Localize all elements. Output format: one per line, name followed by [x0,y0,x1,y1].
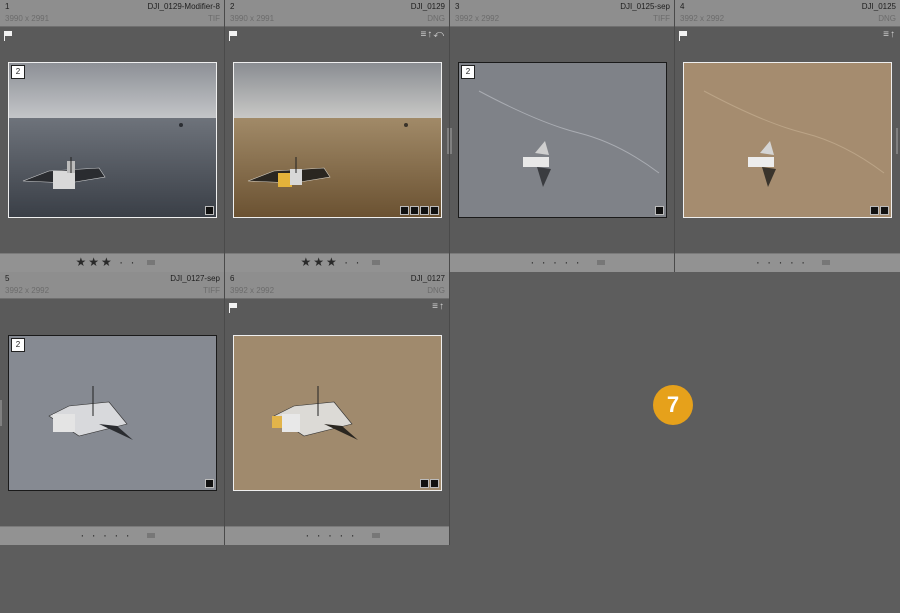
metadata-badge-icon[interactable]: ≡↑ [432,301,445,312]
comment-badge-icon[interactable] [420,479,429,488]
cell-index: 2 [230,2,235,11]
grid-cell-1[interactable]: 1 3990 x 2991 DJI_0129-Modifier-8 TIF 2 [0,0,225,272]
thumbnail[interactable] [683,62,892,218]
cell-filename: DJI_0129 [410,2,445,11]
scroll-handle[interactable] [896,128,898,154]
cell-header: 2 3990 x 2991 DJI_0129 DNG [225,0,449,27]
grid-cell-6[interactable]: 6 3992 x 2992 DJI_0127 DNG ≡↑ · · · · · [225,272,450,545]
develop-badge-icon[interactable] [430,479,439,488]
cell-footer: · · · · · [0,526,224,545]
color-label-swatch[interactable] [372,260,380,265]
cell-header: 3 3992 x 2992 DJI_0125-sep TIFF [450,0,674,27]
grid-cell-5[interactable]: 5 3992 x 2992 DJI_0127-sep TIFF 2 · · · … [0,272,225,545]
color-label-swatch[interactable] [597,260,605,265]
develop-badge-icon[interactable] [880,206,889,215]
cell-filename: DJI_0125 [861,2,896,11]
metadata-badge-icon[interactable]: ≡↑ [883,29,896,40]
cell-dimensions: 3990 x 2991 [230,14,275,23]
cell-footer: · · · · · [675,253,900,272]
stack-count-badge[interactable]: 2 [11,65,25,79]
comment-badge-icon[interactable] [205,479,214,488]
rating-stars[interactable]: · · · · · [225,528,437,542]
cell-filetype: TIFF [653,14,670,23]
cell-filename: DJI_0125-sep [620,2,670,11]
rating-stars[interactable]: · · · · · [0,528,212,542]
cell-dimensions: 3992 x 2992 [680,14,725,23]
flag-icon[interactable] [679,31,688,41]
comment-badge-icon[interactable] [400,206,409,215]
flag-icon[interactable] [229,303,238,313]
thumbnail-badges [420,479,439,488]
color-label-swatch[interactable] [147,533,155,538]
comment-badge-icon[interactable] [655,206,664,215]
flag-icon[interactable] [4,31,13,41]
cell-filename: DJI_0127-sep [170,274,220,283]
cell-filename: DJI_0127 [410,274,445,283]
cell-header: 1 3990 x 2991 DJI_0129-Modifier-8 TIF [0,0,224,27]
stack-count-badge[interactable]: 2 [461,65,475,79]
comment-badge-icon[interactable] [870,206,879,215]
thumbnail[interactable]: 2 [458,62,667,218]
stack-count-badge[interactable]: 2 [11,338,25,352]
color-label-swatch[interactable] [147,260,155,265]
thumbnail[interactable]: 2 [8,335,217,491]
thumbnail-badges [400,206,439,215]
cell-filetype: DNG [427,286,445,295]
cell-footer: · · · · · [450,253,674,272]
flag-icon[interactable] [229,31,238,41]
color-label-swatch[interactable] [372,533,380,538]
cell-filetype: TIFF [203,286,220,295]
crop-badge-icon[interactable] [420,206,429,215]
cell-index: 1 [5,2,10,11]
rating-stars[interactable]: · · · · · [675,255,888,269]
cell-footer: ★★★ · · [225,253,449,272]
comment-badge-icon[interactable] [205,206,214,215]
scroll-handle[interactable] [447,128,449,154]
grid-cell-4[interactable]: 4 3992 x 2992 DJI_0125 DNG ≡↑ · · · · · [675,0,900,272]
cell-dimensions: 3992 x 2992 [230,286,275,295]
cell-index: 5 [5,274,10,283]
thumbnail-badges [870,206,889,215]
cell-dimensions: 3992 x 2992 [5,286,50,295]
cell-index: 3 [455,2,460,11]
cell-filetype: TIF [208,14,220,23]
cell-filetype: DNG [427,14,445,23]
rating-stars[interactable]: · · · · · [450,255,662,269]
grid-cell-3[interactable]: 3 3992 x 2992 DJI_0125-sep TIFF 2 · · · … [450,0,675,272]
thumbnail[interactable] [233,62,442,218]
thumbnail[interactable]: 2 [8,62,217,218]
rating-stars[interactable]: ★★★ · · [225,255,437,269]
thumbnail-badges [655,206,664,215]
develop-badge-icon[interactable] [430,206,439,215]
collection-badge-icon[interactable] [410,206,419,215]
cell-header: 4 3992 x 2992 DJI_0125 DNG [675,0,900,27]
cell-filename: DJI_0129-Modifier-8 [147,2,220,11]
metadata-badge-icon[interactable]: ≡↑⤺ [420,29,445,40]
thumbnail-badges [205,206,214,215]
scroll-handle[interactable] [450,128,452,154]
color-label-swatch[interactable] [822,260,830,265]
thumbnail[interactable] [233,335,442,491]
cell-footer: · · · · · [225,526,449,545]
rating-stars[interactable]: ★★★ · · [0,255,212,269]
thumbnail-badges [205,479,214,488]
cell-footer: ★★★ · · [0,253,224,272]
cell-header: 5 3992 x 2992 DJI_0127-sep TIFF [0,272,224,299]
cell-index: 4 [680,2,685,11]
scroll-handle[interactable] [0,400,2,426]
cell-index: 6 [230,274,235,283]
callout-marker: 7 [653,385,693,425]
cell-filetype: DNG [878,14,896,23]
grid-cell-2[interactable]: 2 3990 x 2991 DJI_0129 DNG ≡↑⤺ ★★★ · · [225,0,450,272]
cell-dimensions: 3992 x 2992 [455,14,500,23]
cell-dimensions: 3990 x 2991 [5,14,50,23]
cell-header: 6 3992 x 2992 DJI_0127 DNG [225,272,449,299]
